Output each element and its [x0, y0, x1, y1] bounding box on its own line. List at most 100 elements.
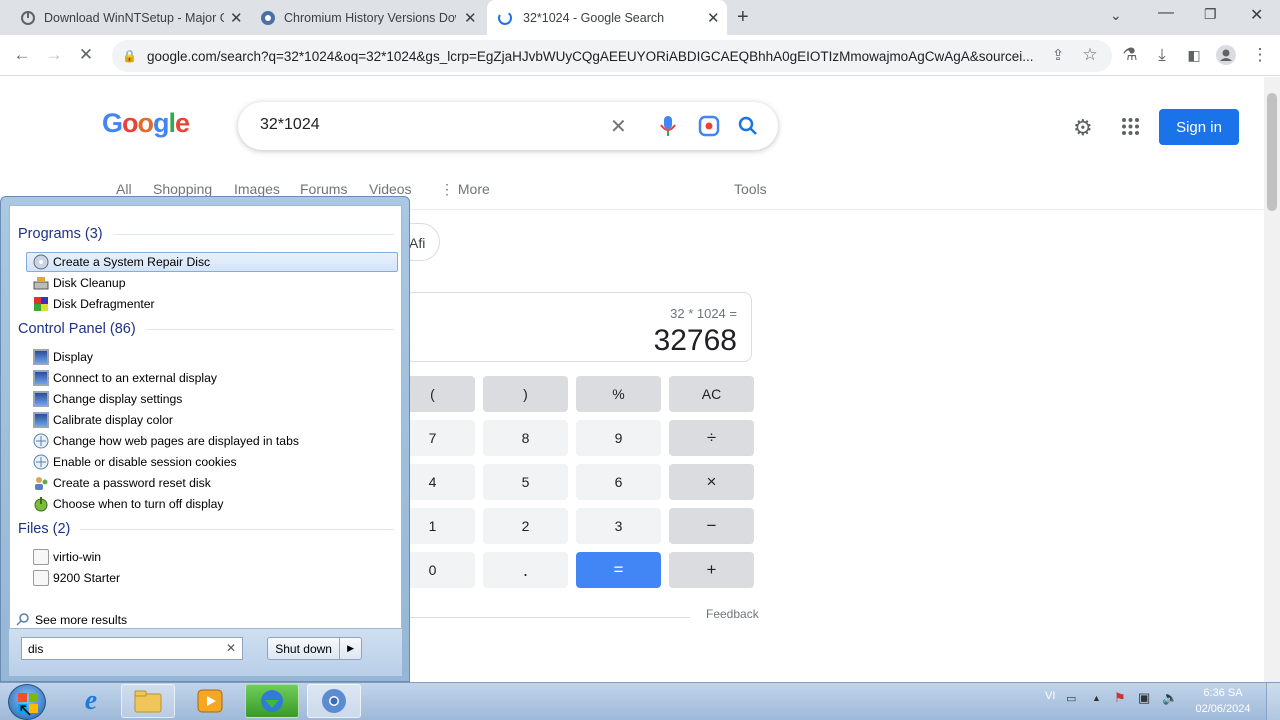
shutdown-options-arrow-icon[interactable]: ▶: [339, 638, 361, 659]
result-change-display-settings[interactable]: Change display settings: [26, 389, 398, 409]
start-search-input[interactable]: dis ✕: [21, 637, 243, 660]
key-3[interactable]: 3: [576, 508, 661, 544]
display-monitor-icon: [33, 391, 49, 407]
share-icon[interactable]: ⇪: [1045, 42, 1071, 68]
nav-tools[interactable]: Tools: [734, 181, 767, 197]
close-tab-icon[interactable]: ✕: [230, 9, 243, 27]
show-hidden-icons-icon[interactable]: ▲: [1092, 693, 1101, 703]
profile-icon[interactable]: [1213, 42, 1239, 68]
restore-icon[interactable]: ❐: [1204, 6, 1217, 23]
result-disk-defragmenter[interactable]: Disk Defragmenter: [26, 294, 398, 314]
taskbar-download-manager[interactable]: [245, 684, 299, 718]
display-monitor-icon: [33, 349, 49, 365]
result-disk-cleanup[interactable]: Disk Cleanup: [26, 273, 398, 293]
key-percent[interactable]: %: [576, 376, 661, 412]
bookmark-star-icon[interactable]: ☆: [1077, 42, 1103, 68]
key-minus[interactable]: −: [669, 508, 754, 544]
key-5[interactable]: 5: [483, 464, 568, 500]
tab-google-search[interactable]: 32*1024 - Google Search ✕: [487, 0, 727, 35]
result-9200-starter[interactable]: 9200 Starter: [26, 568, 398, 588]
key-plus[interactable]: +: [669, 552, 754, 588]
internet-options-icon: [33, 433, 49, 449]
key-close-paren[interactable]: ): [483, 376, 568, 412]
key-ac[interactable]: AC: [669, 376, 754, 412]
google-logo[interactable]: Google: [102, 108, 190, 139]
nav-images[interactable]: Images: [234, 181, 280, 197]
apps-grid-icon[interactable]: [1121, 117, 1140, 141]
key-8[interactable]: 8: [483, 420, 568, 456]
feedback-link[interactable]: Feedback: [706, 607, 759, 621]
tab-search-icon[interactable]: ⌄: [1110, 7, 1122, 24]
settings-gear-icon[interactable]: ⚙: [1073, 115, 1093, 141]
result-password-reset-disk[interactable]: Create a password reset disk: [26, 473, 398, 493]
file-icon: [33, 570, 49, 586]
sign-in-button[interactable]: Sign in: [1159, 109, 1239, 145]
result-create-system-repair-disc[interactable]: Create a System Repair Disc: [26, 252, 398, 272]
clear-search-icon[interactable]: ✕: [610, 114, 627, 139]
close-tab-icon[interactable]: ✕: [464, 9, 477, 27]
side-panel-icon[interactable]: ◧: [1181, 42, 1207, 68]
page-scrollbar[interactable]: [1264, 77, 1280, 682]
taskbar-internet-explorer[interactable]: e: [64, 684, 118, 718]
action-center-icon[interactable]: ⚑: [1114, 690, 1126, 706]
menu-icon[interactable]: ⋮: [1247, 42, 1273, 68]
result-display[interactable]: Display: [26, 347, 398, 367]
close-window-icon[interactable]: ✕: [1250, 5, 1263, 25]
clock-date: 02/06/2024: [1195, 703, 1251, 715]
taskbar-chromium[interactable]: [307, 684, 361, 718]
key-2[interactable]: 2: [483, 508, 568, 544]
key-decimal[interactable]: .: [483, 552, 568, 588]
result-label: Create a password reset disk: [53, 476, 211, 490]
language-indicator[interactable]: VI: [1045, 690, 1055, 702]
search-input[interactable]: 32*1024: [260, 116, 320, 134]
tab-chromium-history[interactable]: Chromium History Versions Download ✕: [250, 0, 486, 35]
taskbar-media-player[interactable]: [183, 684, 237, 718]
key-6[interactable]: 6: [576, 464, 661, 500]
result-label: Disk Defragmenter: [53, 297, 155, 311]
network-icon[interactable]: ▣: [1138, 690, 1150, 706]
result-virtio-win[interactable]: virtio-win: [26, 547, 398, 567]
tab-title: Download WinNTSetup - Major Geeks: [44, 10, 224, 25]
lens-search-icon[interactable]: [698, 115, 720, 142]
result-connect-external-display[interactable]: Connect to an external display: [26, 368, 398, 388]
key-9[interactable]: 9: [576, 420, 661, 456]
minimize-icon[interactable]: —: [1158, 4, 1174, 22]
result-label: Calibrate display color: [53, 413, 173, 427]
forward-icon[interactable]: →: [41, 42, 67, 68]
group-files-label: Files (2): [18, 521, 71, 537]
nav-forums[interactable]: Forums: [300, 181, 347, 197]
nav-all[interactable]: All: [116, 181, 132, 197]
key-multiply[interactable]: ×: [669, 464, 754, 500]
key-divide[interactable]: ÷: [669, 420, 754, 456]
clock[interactable]: 6:36 SA 02/06/2024: [1188, 685, 1258, 717]
result-label: virtio-win: [53, 550, 102, 564]
taskbar-windows-explorer[interactable]: [121, 684, 175, 718]
search-box[interactable]: 32*1024 ✕: [238, 102, 778, 150]
search-submit-icon[interactable]: [737, 115, 759, 142]
shut-down-button[interactable]: Shut down ▶: [267, 637, 362, 660]
volume-muted-icon[interactable]: 🔈: [1162, 690, 1178, 706]
nav-shopping[interactable]: Shopping: [153, 181, 212, 197]
scrollbar-thumb[interactable]: [1267, 93, 1277, 211]
show-desktop-button[interactable]: [1266, 683, 1280, 720]
extensions-icon[interactable]: ⚗: [1117, 42, 1143, 68]
clear-search-icon[interactable]: ✕: [226, 641, 236, 655]
disk-cleanup-icon: [33, 275, 49, 291]
result-turn-off-display[interactable]: Choose when to turn off display: [26, 494, 398, 514]
key-equals[interactable]: =: [576, 552, 661, 588]
result-calibrate-display-color[interactable]: Calibrate display color: [26, 410, 398, 430]
keyboard-icon[interactable]: ▭: [1066, 692, 1076, 705]
tab-winntsetup[interactable]: Download WinNTSetup - Major Geeks ✕: [8, 0, 248, 35]
nav-videos[interactable]: Videos: [369, 181, 412, 197]
more-menu[interactable]: ⋮ More: [440, 181, 490, 198]
address-bar[interactable]: 🔒 google.com/search?q=32*1024&oq=32*1024…: [112, 40, 1112, 72]
stop-icon[interactable]: ✕: [73, 42, 99, 68]
result-session-cookies[interactable]: Enable or disable session cookies: [26, 452, 398, 472]
back-icon[interactable]: ←: [9, 42, 35, 68]
new-tab-button[interactable]: +: [737, 6, 749, 29]
result-web-pages-tabs[interactable]: Change how web pages are displayed in ta…: [26, 431, 398, 451]
see-more-results[interactable]: See more results: [16, 610, 216, 630]
close-tab-icon[interactable]: ✕: [707, 9, 720, 27]
download-icon[interactable]: ⤓: [1149, 42, 1175, 68]
voice-search-icon[interactable]: [658, 114, 678, 143]
